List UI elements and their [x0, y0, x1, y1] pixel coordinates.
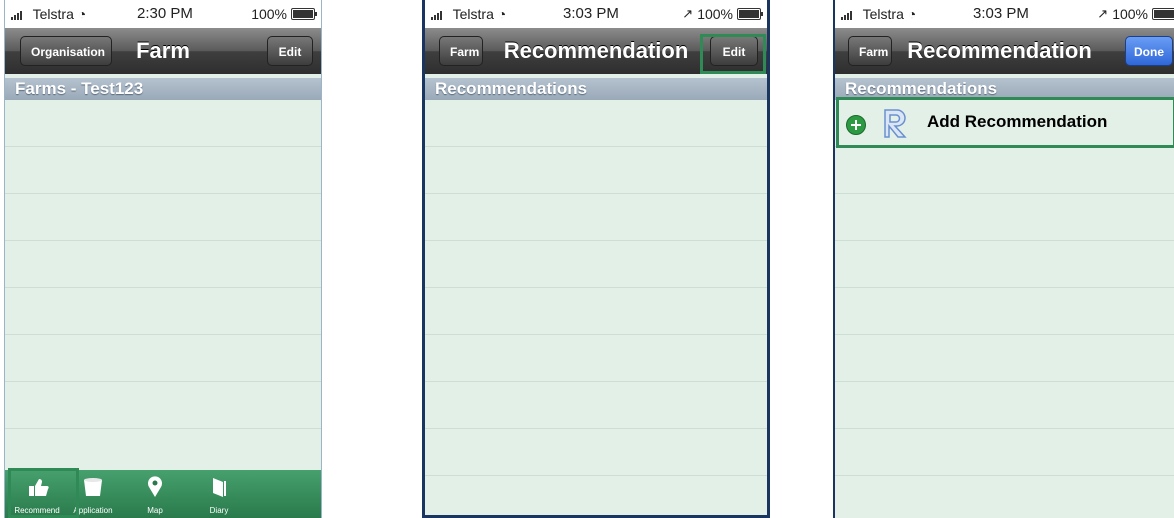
back-button[interactable]: Farm: [848, 36, 892, 66]
wifi-icon: ◔: [77, 6, 87, 22]
location-arrow-icon: ↗: [1097, 6, 1109, 21]
table-list[interactable]: [835, 100, 1174, 518]
battery-indicator: 100%: [251, 6, 317, 22]
battery-indicator: ↗ 100%: [682, 6, 763, 22]
screen-farm: Telstra ◔ 2:30 PM 100% Farm Organisation…: [4, 0, 322, 518]
wifi-icon: ◔: [497, 6, 507, 22]
back-button[interactable]: Farm: [439, 36, 483, 66]
navigation-bar: Recommendation Farm Done: [835, 28, 1174, 74]
status-time: 3:03 PM: [563, 5, 619, 22]
signal-icon: [841, 11, 852, 20]
book-icon: [213, 478, 226, 497]
edit-button[interactable]: Edit: [267, 36, 313, 66]
status-bar: Telstra ◔ 3:03 PM ↗ 100%: [425, 0, 767, 28]
battery-icon: [1152, 8, 1174, 20]
carrier-label: Telstra ◔: [11, 6, 86, 22]
screen-recommendation: Telstra ◔ 3:03 PM ↗ 100% Recommendation …: [422, 0, 770, 518]
navigation-bar: Farm Organisation Edit: [5, 28, 321, 74]
location-arrow-icon: ↗: [682, 6, 694, 21]
carrier-label: Telstra ◔: [431, 6, 506, 22]
signal-icon: [431, 11, 442, 20]
wifi-icon: ◔: [907, 6, 917, 22]
battery-icon: [737, 8, 763, 20]
table-list[interactable]: [425, 100, 767, 515]
highlight-box-add-row: [836, 97, 1174, 148]
screen-recommendation-editing: Telstra ◔ 3:03 PM ↗ 100% Recommendation …: [833, 0, 1174, 518]
signal-icon: [11, 11, 22, 20]
status-bar: Telstra ◔ 3:03 PM ↗ 100%: [835, 0, 1174, 28]
table-list[interactable]: [5, 100, 321, 470]
map-pin-icon: [148, 476, 162, 497]
battery-icon: [291, 8, 317, 20]
highlight-box-edit-button: [700, 34, 766, 74]
section-header: Recommendations: [425, 78, 767, 100]
done-button[interactable]: Done: [1125, 36, 1173, 66]
battery-indicator: ↗ 100%: [1097, 6, 1174, 22]
nav-title: Recommendation: [503, 38, 689, 63]
carrier-label: Telstra ◔: [841, 6, 916, 22]
status-time: 2:30 PM: [137, 5, 193, 22]
highlight-box-recommend-tab: [8, 468, 79, 518]
status-time: 3:03 PM: [973, 5, 1029, 22]
nav-title: Recommendation: [907, 38, 1092, 63]
section-header: Farms - Test123: [5, 78, 321, 100]
tab-diary[interactable]: Diary: [189, 470, 249, 518]
status-bar: Telstra ◔ 2:30 PM 100%: [5, 0, 321, 28]
tab-map[interactable]: Map: [125, 470, 185, 518]
back-button[interactable]: Organisation: [20, 36, 112, 66]
